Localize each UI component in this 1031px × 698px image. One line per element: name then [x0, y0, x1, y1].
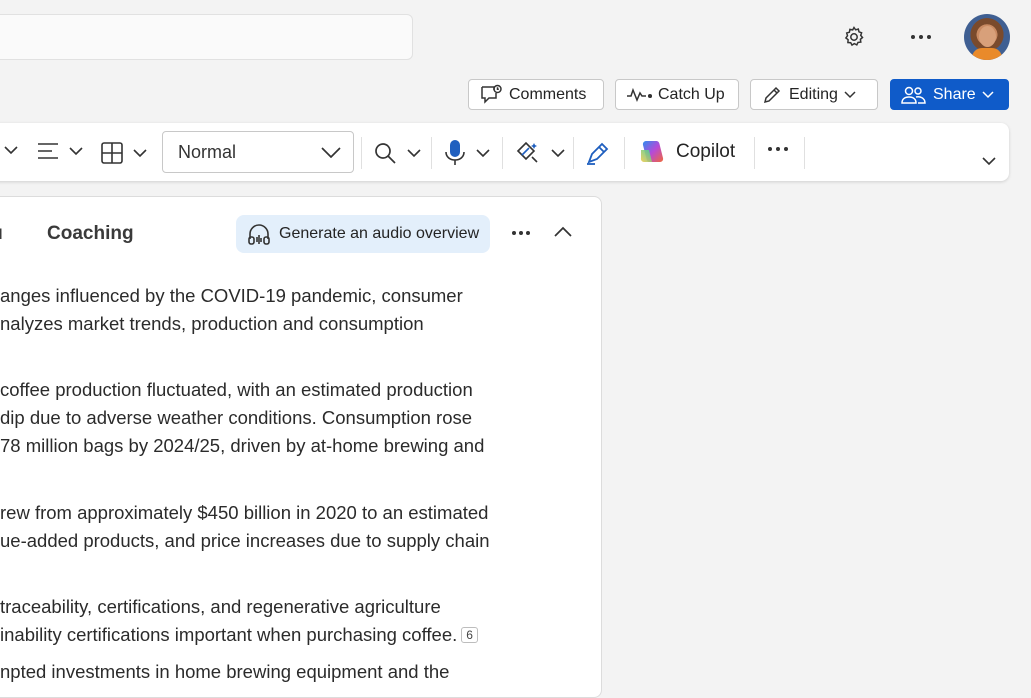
table-icon: [101, 142, 123, 164]
text-line: coffee production fluctuated, with an es…: [0, 379, 473, 400]
text-line-content: inability certifications important when …: [0, 624, 458, 645]
summary-paragraph: coffee production fluctuated, with an es…: [0, 376, 484, 460]
chevron-down-icon: [844, 90, 856, 98]
chevron-down-icon: [407, 148, 421, 157]
more-options-button[interactable]: [767, 146, 789, 152]
text-line: anges influenced by the COVID-19 pandemi…: [0, 285, 463, 306]
collapse-panel-button[interactable]: [554, 226, 572, 237]
chevron-down-icon: [133, 148, 147, 157]
text-line: nalyzes market trends, production and co…: [0, 313, 424, 334]
text-line: npted investments in home brewing equipm…: [0, 661, 450, 682]
pencil-icon: [763, 86, 781, 103]
chevron-down-icon: [476, 148, 490, 157]
text-line: dip due to adverse weather conditions. C…: [0, 407, 473, 428]
share-button[interactable]: Share: [890, 79, 1009, 110]
comments-label: Comments: [509, 85, 587, 103]
chevron-down-icon: [321, 146, 341, 158]
text-line: inability certifications important when …: [0, 621, 478, 649]
ellipsis-icon: [768, 147, 788, 151]
divider: [361, 137, 362, 169]
ribbon-toolbar: [0, 123, 1009, 181]
align-button[interactable]: [36, 141, 83, 161]
divider: [624, 137, 625, 169]
user-avatar[interactable]: [964, 14, 1010, 60]
designer-button[interactable]: [585, 140, 611, 166]
table-button[interactable]: [100, 141, 147, 165]
copilot-button[interactable]: Copilot: [638, 138, 735, 166]
dictate-button[interactable]: [444, 139, 490, 167]
pen-sparkle-icon: [587, 142, 609, 165]
chevron-down-icon: [982, 90, 994, 98]
audio-button-label: Generate an audio overview: [279, 225, 480, 242]
headphones-icon: [248, 224, 270, 245]
panel-more-button[interactable]: [511, 230, 531, 236]
share-label: Share: [933, 85, 976, 103]
search-box[interactable]: [0, 14, 413, 60]
align-left-icon: [38, 143, 58, 159]
search-icon: [375, 143, 396, 164]
microphone-icon: [445, 140, 465, 165]
style-dropdown[interactable]: Normal: [162, 131, 354, 173]
summary-paragraph: npted investments in home brewing equipm…: [0, 658, 449, 686]
text-line: 78 million bags by 2024/25, driven by at…: [0, 435, 485, 456]
divider: [804, 137, 805, 169]
style-value: Normal: [178, 141, 237, 162]
catch-up-button[interactable]: Catch Up: [615, 79, 739, 110]
divider: [754, 137, 755, 169]
comments-button[interactable]: Comments: [468, 79, 604, 110]
text-line: traceability, certifications, and regene…: [0, 596, 441, 617]
chevron-down-icon: [551, 148, 565, 157]
text-line: ue-added products, and price increases d…: [0, 530, 490, 551]
editing-label: Editing: [789, 85, 838, 103]
find-button[interactable]: [373, 141, 421, 165]
divider: [431, 137, 432, 169]
ellipsis-icon: [512, 231, 530, 235]
summary-paragraph: traceability, certifications, and regene…: [0, 593, 478, 649]
tab-coaching[interactable]: Coaching: [47, 223, 134, 245]
generate-audio-button[interactable]: Generate an audio overview: [236, 215, 491, 253]
chevron-down-icon: [982, 157, 996, 166]
comment-icon: [481, 84, 502, 104]
citation-badge[interactable]: 6: [461, 627, 478, 643]
pulse-icon: [627, 87, 652, 102]
catch-up-label: Catch Up: [658, 85, 725, 103]
tab-previous-partial[interactable]: ı: [0, 223, 3, 245]
copilot-icon: [640, 141, 664, 162]
avatar-face: [979, 26, 996, 47]
divider: [502, 137, 503, 169]
editor-button[interactable]: [515, 140, 565, 166]
text-line: rew from approximately $450 billion in 2…: [0, 502, 489, 523]
divider: [573, 137, 574, 169]
editing-button[interactable]: Editing: [750, 79, 878, 110]
copilot-label: Copilot: [676, 141, 736, 162]
summary-paragraph: rew from approximately $450 billion in 2…: [0, 499, 490, 555]
people-icon: [901, 86, 926, 104]
expand-ribbon-button[interactable]: [982, 157, 996, 166]
chevron-up-icon: [554, 226, 572, 237]
chevron-down-icon: [69, 146, 83, 155]
ellipsis-icon[interactable]: [906, 22, 936, 52]
summary-paragraph: anges influenced by the COVID-19 pandemi…: [0, 282, 463, 338]
gear-icon[interactable]: [839, 22, 869, 52]
avatar-shirt: [972, 48, 1002, 60]
format-painter-icon: [516, 141, 538, 163]
chevron-down-icon[interactable]: [4, 146, 18, 155]
